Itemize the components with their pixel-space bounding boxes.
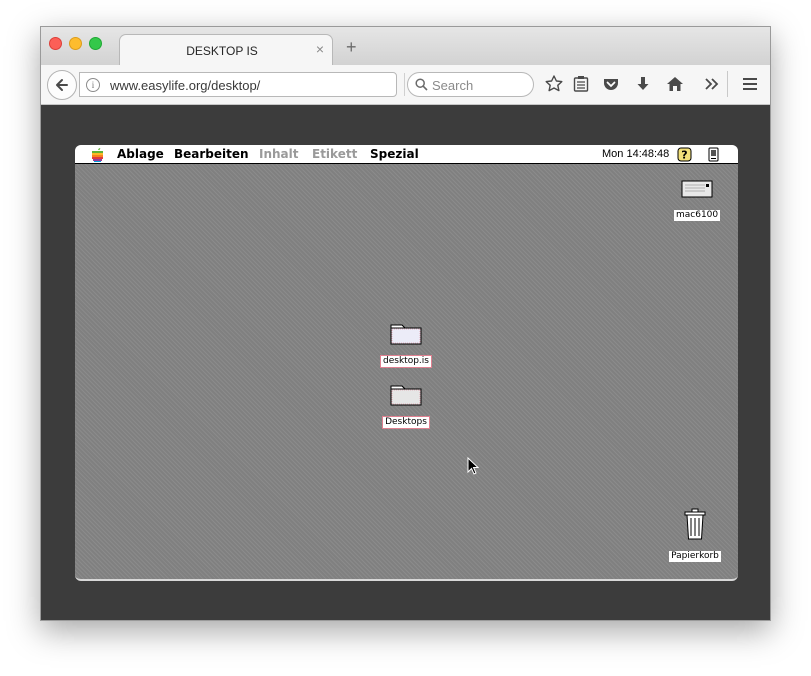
menu-inhalt[interactable]: Inhalt <box>259 147 299 161</box>
bookmark-star-icon[interactable] <box>544 74 564 94</box>
menu-ablage[interactable]: Ablage <box>117 147 164 161</box>
folder-icon-desktops[interactable]: Desktops <box>381 382 431 429</box>
folder-label-desktop-is: desktop.is <box>380 355 432 368</box>
search-icon <box>415 78 428 91</box>
trash-label: Papierkorb <box>669 551 721 562</box>
folder-icon <box>390 324 422 345</box>
help-balloon-icon[interactable]: ? <box>677 147 692 162</box>
tab-title: DESKTOP IS <box>186 44 258 58</box>
title-bar: DESKTOP IS × + <box>41 27 770 66</box>
tab-desktop-is[interactable]: DESKTOP IS × <box>119 34 333 66</box>
reading-list-icon[interactable] <box>571 74 591 94</box>
download-icon[interactable] <box>633 74 653 94</box>
svg-text:?: ? <box>681 149 687 162</box>
back-arrow-icon <box>56 79 68 91</box>
trash-icon-papierkorb[interactable]: Papierkorb <box>667 508 723 563</box>
url-text[interactable]: www.easylife.org/desktop/ <box>110 78 260 93</box>
back-button[interactable] <box>47 70 77 100</box>
hamburger-menu-icon[interactable] <box>740 74 760 94</box>
tab-close-icon[interactable]: × <box>316 41 324 57</box>
drive-label: mac6100 <box>674 210 721 221</box>
apple-menu-icon[interactable] <box>91 147 104 162</box>
hard-drive-icon <box>681 180 713 198</box>
new-tab-button[interactable]: + <box>346 37 357 58</box>
folder-label-desktops: Desktops <box>382 416 430 429</box>
menu-bearbeiten[interactable]: Bearbeiten <box>174 147 249 161</box>
folder-icon-desktop-is[interactable]: desktop.is <box>380 321 432 368</box>
maximize-window-button[interactable] <box>89 37 102 50</box>
overflow-chevron-icon[interactable] <box>701 74 721 94</box>
pocket-icon[interactable] <box>601 74 621 94</box>
menu-etikett[interactable]: Etikett <box>312 147 357 161</box>
trash-can-icon <box>684 508 706 540</box>
mac-menu-bar: Ablage Bearbeiten Inhalt Etikett Spezial… <box>75 145 738 164</box>
search-placeholder: Search <box>432 78 474 93</box>
search-input[interactable]: Search <box>407 72 534 97</box>
browser-window: DESKTOP IS × + i www.easylife.org/deskto… <box>40 26 771 621</box>
drive-icon-mac6100[interactable]: mac6100 <box>674 179 721 222</box>
menu-clock[interactable]: Mon 14:48:48 <box>602 148 669 160</box>
application-menu-icon[interactable] <box>707 147 720 162</box>
toolbar-divider <box>727 71 728 97</box>
info-icon[interactable]: i <box>86 78 100 92</box>
navigation-toolbar: i www.easylife.org/desktop/ Search <box>41 65 770 105</box>
home-icon[interactable] <box>665 74 685 94</box>
mouse-pointer-icon <box>467 457 479 475</box>
menu-spezial[interactable]: Spezial <box>370 147 419 161</box>
mac-desktop[interactable]: Ablage Bearbeiten Inhalt Etikett Spezial… <box>75 145 738 581</box>
url-bar[interactable]: i www.easylife.org/desktop/ <box>79 72 424 97</box>
folder-icon <box>390 385 422 406</box>
url-divider <box>404 73 405 96</box>
minimize-window-button[interactable] <box>69 37 82 50</box>
page-content: Ablage Bearbeiten Inhalt Etikett Spezial… <box>41 105 770 620</box>
close-window-button[interactable] <box>49 37 62 50</box>
